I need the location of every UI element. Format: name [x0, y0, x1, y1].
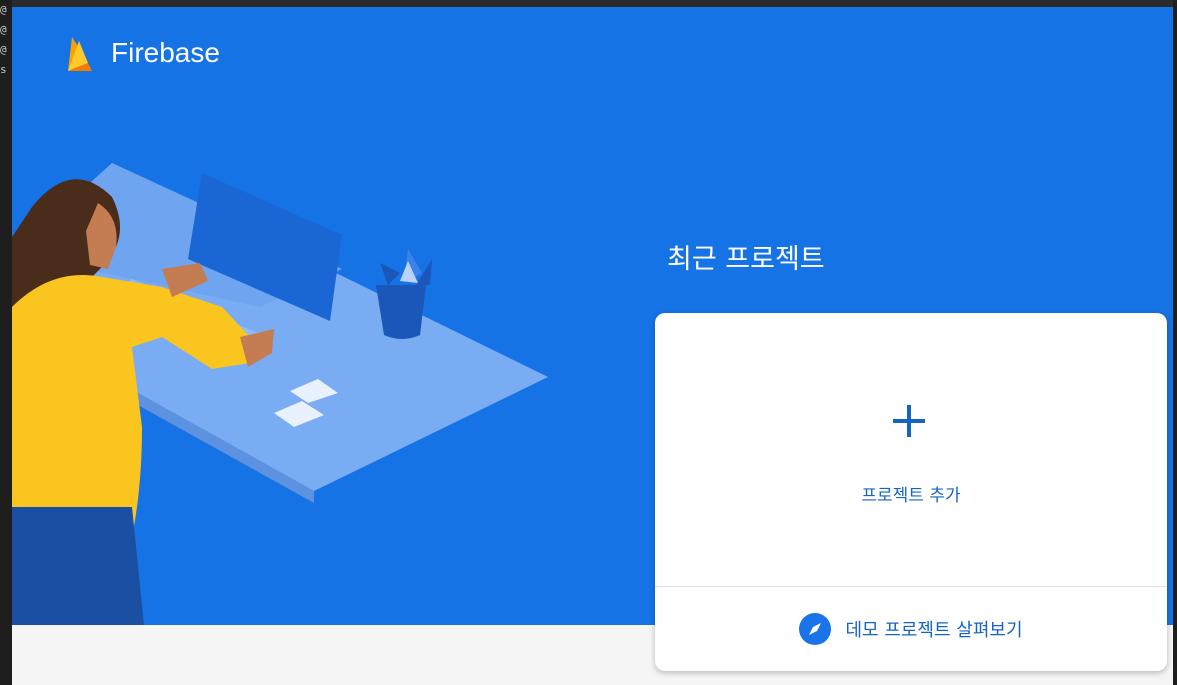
recent-projects-title: 최근 프로젝트 — [667, 244, 825, 275]
explore-demo-project-button[interactable]: 데모 프로젝트 살펴보기 — [655, 587, 1167, 671]
terminal-glyph: s — [0, 63, 7, 76]
demo-row-content: 데모 프로젝트 살펴보기 — [799, 613, 1023, 645]
terminal-glyph: @ — [0, 3, 7, 16]
projects-card: 프로젝트 추가 데모 프로젝트 살펴보기 — [655, 313, 1167, 671]
terminal-glyph: @ — [0, 23, 7, 36]
add-project-button[interactable]: 프로젝트 추가 — [655, 313, 1167, 586]
terminal-glyph: @ — [0, 43, 7, 56]
developer-illustration — [12, 163, 548, 625]
window-top-edge — [12, 0, 1173, 7]
compass-icon — [799, 613, 832, 645]
add-project-label: 프로젝트 추가 — [861, 486, 961, 506]
window-right-edge — [1173, 0, 1177, 685]
explore-demo-label: 데모 프로젝트 살펴보기 — [845, 620, 1023, 641]
plus-icon — [893, 405, 925, 437]
terminal-strip: @ @ @ s — [0, 0, 12, 685]
